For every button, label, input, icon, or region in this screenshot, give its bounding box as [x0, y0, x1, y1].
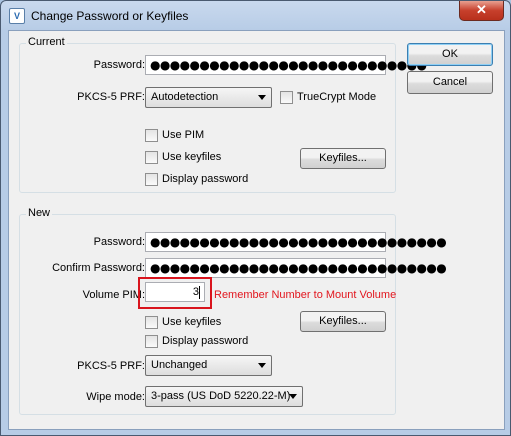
new-prf-label: PKCS-5 PRF: — [77, 360, 145, 372]
chevron-down-icon — [258, 95, 266, 100]
confirm-password-value: ●●●●●●●●●●●●●●●●●●●●●●●●●●●●●● — [150, 261, 447, 275]
close-button[interactable]: ✕ — [459, 1, 504, 21]
chevron-down-icon — [258, 363, 266, 368]
volume-pim-label: Volume PIM: — [82, 289, 145, 301]
new-password-label: Password: — [93, 236, 145, 248]
new-prf-select[interactable]: Unchanged — [145, 355, 272, 376]
new-group-title: New — [26, 207, 53, 219]
current-prf-select[interactable]: Autodetection — [145, 87, 272, 108]
volume-pim-input[interactable]: 3 — [145, 282, 205, 302]
new-password-value: ●●●●●●●●●●●●●●●●●●●●●●●●●●●●●● — [150, 235, 447, 249]
new-keyfiles-button[interactable]: Keyfiles... — [300, 311, 386, 332]
new-use-keyfiles-checkbox[interactable]: Use keyfiles — [145, 316, 235, 330]
checkbox-box — [145, 151, 158, 164]
new-prf-value: Unchanged — [151, 359, 208, 371]
pim-hint-text: Remember Number to Mount Volume — [214, 289, 397, 301]
current-use-keyfiles-checkbox[interactable]: Use keyfiles — [145, 151, 235, 165]
truecrypt-mode-checkbox[interactable]: TrueCrypt Mode — [280, 91, 380, 105]
new-display-password-label: Display password — [162, 335, 249, 347]
ok-button[interactable]: OK — [407, 43, 493, 66]
new-display-password-checkbox[interactable]: Display password — [145, 335, 265, 349]
checkbox-box — [145, 316, 158, 329]
title-bar[interactable]: V Change Password or Keyfiles ✕ — [1, 1, 510, 31]
use-pim-checkbox[interactable]: Use PIM — [145, 129, 225, 143]
wipe-mode-value: 3-pass (US DoD 5220.22-M) — [151, 390, 291, 402]
current-password-input[interactable]: ●●●●●●●●●●●●●●●●●●●●●●●●●●●● — [145, 55, 427, 75]
current-keyfiles-button[interactable]: Keyfiles... — [300, 148, 386, 169]
confirm-password-label: Confirm Password: — [52, 262, 145, 274]
dialog-window: V Change Password or Keyfiles ✕ Current … — [0, 0, 511, 436]
current-prf-label: PKCS-5 PRF: — [77, 91, 145, 103]
chevron-down-icon — [289, 394, 297, 399]
window-title: Change Password or Keyfiles — [31, 9, 189, 23]
wipe-mode-select[interactable]: 3-pass (US DoD 5220.22-M) — [145, 386, 303, 407]
new-group: New Password: ●●●●●●●●●●●●●●●●●●●●●●●●●●… — [19, 207, 447, 415]
truecrypt-mode-label: TrueCrypt Mode — [297, 91, 377, 103]
checkbox-box — [145, 173, 158, 186]
current-display-password-label: Display password — [162, 173, 249, 185]
current-group: Current Password: ●●●●●●●●●●●●●●●●●●●●●●… — [19, 36, 427, 193]
current-display-password-checkbox[interactable]: Display password — [145, 173, 265, 187]
current-password-value: ●●●●●●●●●●●●●●●●●●●●●●●●●●●● — [150, 58, 427, 72]
checkbox-box — [145, 129, 158, 142]
current-use-keyfiles-label: Use keyfiles — [162, 151, 222, 163]
current-password-label: Password: — [93, 59, 145, 71]
wipe-mode-label: Wipe mode: — [86, 391, 145, 403]
confirm-password-input[interactable]: ●●●●●●●●●●●●●●●●●●●●●●●●●●●●●● — [145, 258, 447, 278]
use-pim-label: Use PIM — [162, 129, 205, 141]
checkbox-box — [145, 335, 158, 348]
current-prf-value: Autodetection — [151, 91, 219, 103]
new-use-keyfiles-label: Use keyfiles — [162, 316, 222, 328]
app-icon: V — [9, 8, 25, 24]
cancel-button[interactable]: Cancel — [407, 71, 493, 94]
checkbox-box — [280, 91, 293, 104]
current-group-title: Current — [26, 36, 67, 48]
new-password-input[interactable]: ●●●●●●●●●●●●●●●●●●●●●●●●●●●●●● — [145, 232, 447, 252]
dialog-client-area: Current Password: ●●●●●●●●●●●●●●●●●●●●●●… — [8, 30, 505, 430]
text-caret — [199, 286, 200, 299]
